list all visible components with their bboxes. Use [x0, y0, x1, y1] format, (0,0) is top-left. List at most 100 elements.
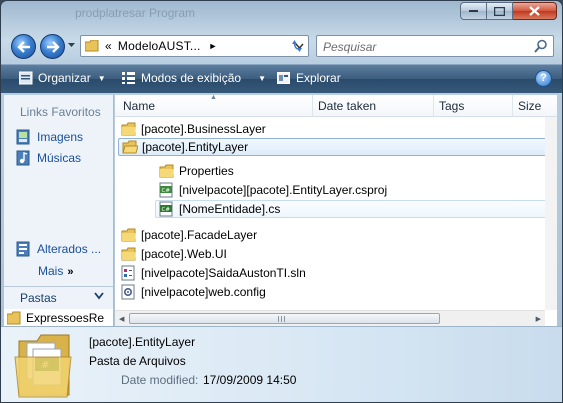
- favorite-link-pictures[interactable]: Imagens: [16, 129, 83, 145]
- list-item[interactable]: C# [NomeEntidade].cs: [155, 200, 556, 218]
- search-icon[interactable]: [534, 39, 548, 53]
- item-name: Properties: [179, 164, 234, 178]
- address-text[interactable]: ModeloAUST...: [118, 39, 201, 53]
- item-name: [nivelpacote]SaidaAustonTI.sln: [141, 266, 306, 280]
- views-caret-icon: ▼: [258, 73, 266, 83]
- list-item[interactable]: C# [nivelpacote][pacote].EntityLayer.csp…: [159, 181, 539, 199]
- explore-button[interactable]: Explorar: [277, 71, 341, 85]
- details-modified-label: Date modified:: [121, 373, 199, 387]
- sort-ascending-icon: ▲: [210, 94, 217, 101]
- explore-label: Explorar: [296, 71, 341, 85]
- recent-pages-chevron-icon[interactable]: [68, 43, 75, 48]
- folder-open-icon: [122, 140, 138, 154]
- navigation-bar: « ModeloAUST... ► Pesquisar: [1, 31, 562, 61]
- list-item[interactable]: [pacote].EntityLayer: [118, 138, 556, 156]
- refresh-icon[interactable]: [289, 38, 305, 54]
- list-item[interactable]: [pacote].FacadeLayer: [121, 226, 541, 244]
- favorite-link-label: Alterados ...: [37, 242, 102, 256]
- address-prefix[interactable]: «: [105, 39, 112, 53]
- column-divider[interactable]: [512, 95, 513, 117]
- item-name: [pacote].Web.UI: [141, 247, 227, 261]
- recent-icon: [16, 241, 30, 257]
- forward-arrow-icon: [46, 40, 60, 53]
- address-separator[interactable]: ►: [209, 41, 218, 51]
- details-modified-value: 17/09/2009 14:50: [203, 373, 297, 387]
- views-button[interactable]: Modos de exibição ▼: [122, 71, 266, 85]
- config-icon: [121, 284, 135, 300]
- folders-label: Pastas: [20, 291, 57, 305]
- maximize-icon: [494, 6, 505, 16]
- folder-icon: [159, 164, 174, 178]
- search-placeholder: Pesquisar: [323, 40, 377, 54]
- column-header-row: ▲ Name Date taken Tags Size: [115, 94, 557, 117]
- back-button[interactable]: [11, 34, 36, 59]
- scrollbar-thumb[interactable]: [129, 313, 440, 324]
- explore-icon: [277, 72, 290, 84]
- list-item[interactable]: [pacote].BusinessLayer: [121, 120, 546, 138]
- organize-label: Organizar: [38, 71, 91, 85]
- forward-button[interactable]: [40, 34, 65, 59]
- item-name: [pacote].EntityLayer: [142, 140, 249, 154]
- column-header-date-taken[interactable]: Date taken: [318, 99, 376, 113]
- chevron-down-icon: [94, 292, 104, 300]
- help-button[interactable]: ?: [535, 70, 552, 87]
- svg-text:C#: C#: [162, 207, 171, 213]
- list-item[interactable]: [nivelpacote]web.config: [121, 283, 541, 301]
- item-name: [pacote].FacadeLayer: [141, 228, 258, 242]
- title-bar[interactable]: prodplatresar Program: [1, 1, 562, 29]
- close-button[interactable]: [513, 2, 557, 20]
- navigation-pane: Links Favoritos Imagens Músicas Alterado…: [4, 95, 114, 326]
- file-list: ▲ Name Date taken Tags Size [pacote].Bus…: [115, 94, 557, 326]
- list-item[interactable]: Properties: [159, 162, 539, 180]
- close-icon: [529, 6, 540, 16]
- list-item[interactable]: [pacote].Web.UI: [121, 245, 541, 263]
- folder-icon: [85, 40, 99, 52]
- scroll-left-icon[interactable]: ◀: [119, 315, 124, 323]
- organize-caret-icon: ▼: [97, 73, 106, 83]
- organize-icon: [19, 71, 33, 85]
- minimize-button[interactable]: [460, 2, 487, 20]
- favorite-link-recent[interactable]: Alterados ...: [16, 241, 101, 257]
- item-name: [NomeEntidade].cs: [179, 202, 281, 216]
- folder-icon: [121, 122, 136, 136]
- organize-button[interactable]: Organizar ▼: [19, 71, 106, 85]
- folder-icon: [121, 228, 136, 242]
- csharp-file-icon: C#: [159, 201, 173, 217]
- folders-header[interactable]: Pastas: [4, 286, 113, 308]
- command-bar: Organizar ▼ Modos de exibição ▼ Explorar…: [1, 64, 562, 93]
- views-icon: [122, 72, 135, 84]
- column-header-tags[interactable]: Tags: [439, 99, 464, 113]
- more-chevron-icon: »: [67, 266, 74, 278]
- back-arrow-icon: [16, 40, 30, 53]
- favorite-link-label: Imagens: [37, 130, 84, 144]
- solution-icon: [121, 265, 135, 281]
- item-name: [nivelpacote]web.config: [141, 285, 266, 299]
- column-divider[interactable]: [433, 95, 434, 117]
- folder-tree-item[interactable]: ExpressoesRe: [4, 309, 113, 326]
- more-link[interactable]: Mais»: [38, 264, 73, 278]
- details-item-name: [pacote].EntityLayer: [89, 335, 196, 349]
- folder-preview-icon: #: [14, 334, 72, 398]
- folder-icon: [7, 311, 21, 324]
- column-header-name[interactable]: Name: [123, 99, 155, 113]
- scrollbar-grip: [278, 316, 286, 322]
- details-pane: # [pacote].EntityLayer Pasta de Arquivos…: [1, 326, 562, 402]
- search-input[interactable]: Pesquisar: [316, 35, 554, 57]
- explorer-window: prodplatresar Program « ModeloAUST... ► …: [0, 0, 563, 403]
- scroll-right-icon[interactable]: ▶: [536, 315, 541, 323]
- column-divider[interactable]: [312, 95, 313, 117]
- more-label: Mais: [38, 264, 64, 278]
- favorites-title: Links Favoritos: [20, 105, 101, 119]
- column-header-size[interactable]: Size: [518, 99, 541, 113]
- csproj-icon: C#: [159, 182, 173, 198]
- address-bar[interactable]: « ModeloAUST... ►: [80, 35, 309, 57]
- favorite-link-label: Músicas: [37, 151, 82, 165]
- minimize-icon: [468, 10, 478, 12]
- list-item[interactable]: [nivelpacote]SaidaAustonTI.sln: [121, 264, 541, 282]
- svg-text:C#: C#: [162, 188, 171, 194]
- vertical-scrollbar[interactable]: [545, 117, 557, 310]
- horizontal-scrollbar[interactable]: ◀ ▶: [115, 310, 545, 326]
- favorite-link-music[interactable]: Músicas: [16, 150, 81, 166]
- maximize-button[interactable]: [487, 2, 513, 20]
- views-label: Modos de exibição: [141, 71, 242, 85]
